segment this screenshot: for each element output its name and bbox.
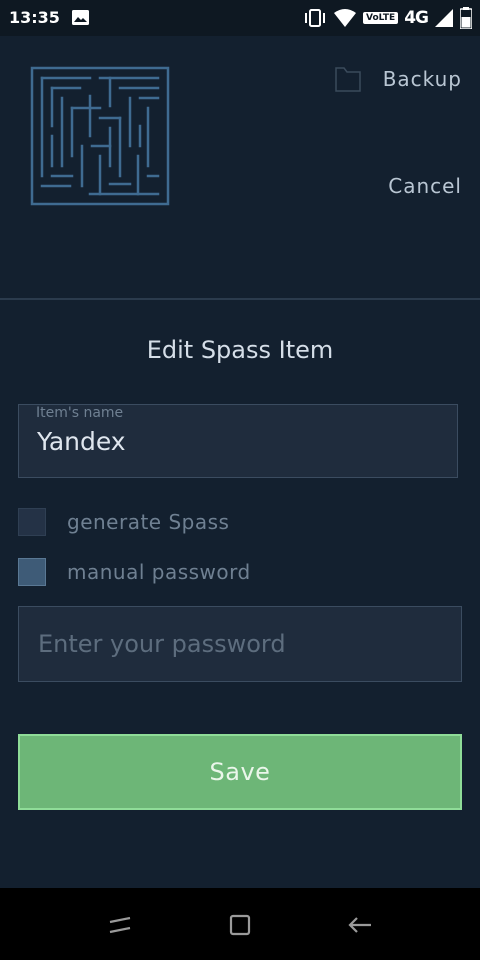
home-icon[interactable] [226,912,254,938]
manual-password-option[interactable]: manual password [18,557,251,587]
recents-icon[interactable] [106,912,134,938]
navigation-bar [0,888,480,960]
save-button[interactable]: Save [18,734,462,810]
image-icon [72,10,89,25]
password-field[interactable] [18,606,462,682]
network-type: 4G [404,8,429,28]
cancel-button[interactable]: Cancel [388,174,462,198]
item-name-field[interactable]: Item's name Yandex [18,404,458,478]
vibrate-icon [305,9,325,27]
app-header: Backup Cancel [0,36,480,298]
status-bar: 13:35 VoLTE 4G [0,0,480,36]
wifi-icon [334,9,356,27]
item-name-label: Item's name [36,405,124,421]
battery-icon [460,7,472,29]
page-title: Edit Spass Item [146,336,334,364]
backup-label: Backup [382,67,462,91]
folder-icon [334,67,361,92]
signal-icon [435,9,453,27]
status-time: 13:35 [9,8,60,27]
generate-spass-option[interactable]: generate Spass [18,507,229,537]
status-icons: VoLTE 4G [303,6,472,30]
maze-logo-icon [30,66,170,206]
volte-badge: VoLTE [363,12,399,24]
manual-password-checkbox[interactable] [18,558,46,586]
backup-button[interactable]: Backup [334,64,462,94]
password-input[interactable] [19,607,461,681]
generate-spass-label: generate Spass [67,510,230,534]
header-divider [0,298,480,300]
generate-spass-checkbox[interactable] [18,508,46,536]
back-icon[interactable] [346,912,374,938]
item-name-value[interactable]: Yandex [37,427,126,456]
manual-password-label: manual password [67,560,251,584]
